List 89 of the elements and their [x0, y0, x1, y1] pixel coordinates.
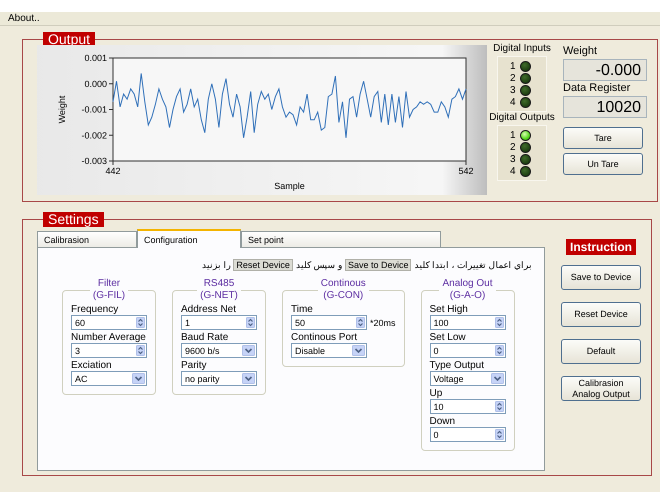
dropdown-field[interactable]: Voltage	[430, 371, 506, 386]
number-field[interactable]: 50	[291, 315, 367, 330]
readout-label: Weight	[563, 45, 598, 57]
instruction-text: را بزنيد	[202, 260, 230, 270]
number-field[interactable]: 10	[430, 399, 506, 414]
group-code: (G-A-O)	[448, 290, 486, 302]
axis-title: Weight	[57, 96, 67, 124]
spinner-icon	[136, 345, 145, 356]
spinner-icon	[494, 429, 504, 440]
group-title: Continous	[320, 278, 366, 290]
unit-label: *20ms	[370, 318, 396, 328]
key-label: Reset Device	[233, 259, 293, 271]
field-label: Time	[291, 304, 314, 315]
action-button[interactable]: Reset Device	[561, 302, 641, 327]
y-tick-label: 0.001	[84, 53, 107, 63]
field-label: Exciation	[71, 360, 113, 371]
spinner-icon	[246, 317, 255, 328]
dropdown-field[interactable]: no parity	[181, 371, 257, 386]
number-field[interactable]: 0	[430, 427, 506, 442]
field-label: Address Net	[181, 304, 238, 315]
field-label: Continous Port	[291, 332, 358, 343]
group-title: Filter	[96, 278, 122, 290]
tare-button[interactable]: Tare	[563, 127, 643, 149]
number-field[interactable]: 60	[71, 315, 147, 330]
readout-value: -0.000	[563, 59, 647, 81]
group-title: Analog Out	[442, 278, 493, 290]
y-tick-label: -0.003	[81, 156, 107, 166]
group-code: (G-CON)	[322, 290, 364, 302]
menu-item[interactable]: About..	[8, 13, 40, 24]
indicator-label: 3	[510, 84, 516, 96]
indicator-label: 1	[510, 130, 516, 140]
number-field[interactable]: 3	[71, 343, 147, 358]
y-tick-label: -0.001	[81, 104, 107, 114]
group-title: RS485	[202, 278, 236, 290]
x-tick-label: 542	[458, 166, 474, 176]
axis-title: Sample	[274, 181, 305, 191]
field-label: Up	[430, 388, 444, 399]
panel-title: Digital Inputs	[493, 43, 551, 54]
spinner-icon	[136, 317, 145, 328]
dropdown-field[interactable]: Disable	[291, 343, 367, 358]
field-label: Set Low	[430, 332, 467, 343]
spinner-icon	[356, 317, 365, 328]
y-tick-label: 0.000	[84, 78, 107, 89]
indicator-label: 4	[510, 96, 516, 108]
action-button[interactable]: Calibrasion Analog Output	[561, 376, 641, 401]
field-label: Baud Rate	[181, 332, 230, 343]
dropdown-arrow-icon	[242, 373, 255, 384]
tab[interactable]: Calibrasion	[37, 231, 137, 247]
tab[interactable]: Configuration	[137, 229, 241, 248]
indicator-label: 2	[510, 142, 516, 152]
indicator-label: 4	[510, 166, 516, 176]
group-code: (G-FIL)	[92, 290, 126, 302]
indicator-label: 1	[510, 60, 516, 72]
indicator-label: 2	[510, 72, 516, 84]
key-label: Save to Device	[344, 259, 412, 271]
instruction-title: Instruction	[566, 239, 636, 255]
action-button[interactable]: Default	[561, 339, 641, 364]
section-title: Settings	[43, 212, 104, 227]
action-button[interactable]: Save to Device	[561, 265, 641, 290]
panel-title: Digital Outputs	[489, 112, 555, 123]
y-tick-label: -0.002	[81, 130, 107, 140]
spinner-icon	[494, 401, 504, 412]
dropdown-field[interactable]: AC	[71, 371, 147, 386]
tare-button[interactable]: Un Tare	[563, 153, 643, 175]
instruction-text: و سپس كليد	[296, 260, 342, 270]
field-label: Set High	[430, 304, 469, 315]
group-code: (G-NET)	[200, 290, 238, 302]
dropdown-arrow-icon	[242, 345, 255, 356]
number-field[interactable]: 100	[430, 315, 506, 330]
x-axis: 442 542	[105, 160, 474, 176]
field-label: Number Average	[71, 332, 147, 343]
dropdown-arrow-icon	[352, 345, 365, 356]
x-tick-label: 442	[105, 166, 121, 176]
dropdown-field[interactable]: 9600 b/s	[181, 343, 257, 358]
readout-label: Data Register	[563, 82, 632, 94]
number-field[interactable]: 0	[430, 343, 506, 358]
dropdown-arrow-icon	[132, 373, 145, 384]
indicator-label: 3	[510, 154, 516, 164]
field-label: Frequency	[71, 304, 120, 315]
number-field[interactable]: 1	[181, 315, 257, 330]
field-label: Parity	[181, 360, 208, 371]
field-label: Down	[430, 416, 456, 427]
field-label: Type Output	[430, 360, 485, 371]
dropdown-arrow-icon	[490, 373, 504, 384]
spinner-icon	[494, 345, 504, 356]
spinner-icon	[494, 317, 504, 328]
readout-value: 10020	[563, 96, 647, 118]
tab[interactable]: Set point	[241, 231, 441, 247]
instruction-text: براي اعمال تغييرات ، ابتدا كليد	[414, 260, 532, 270]
